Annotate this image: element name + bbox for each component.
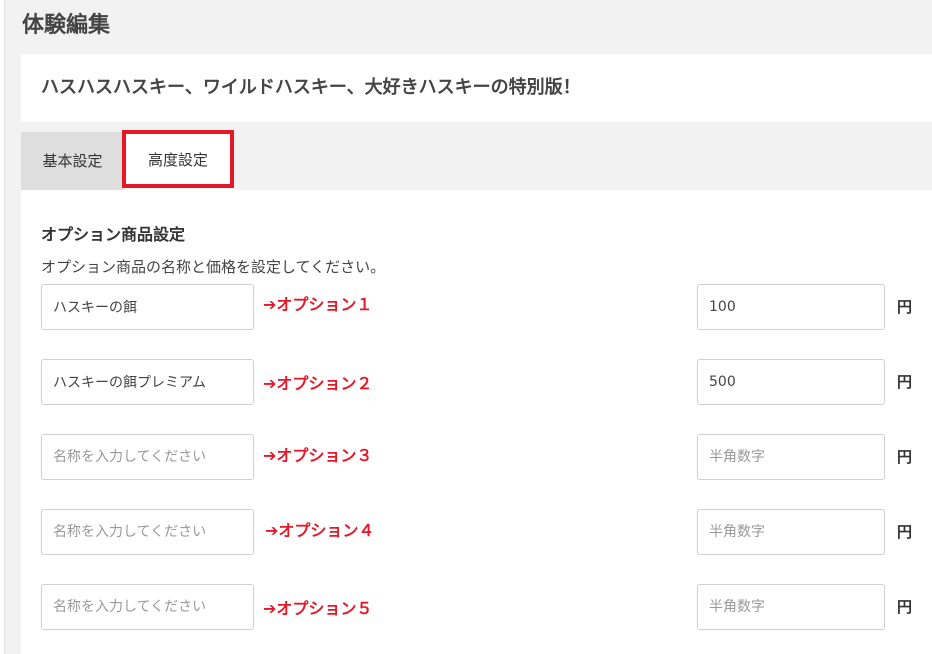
option-row-3: ➔オプション３ 円 [21,434,932,482]
experience-title: ハスハスハスキー、ワイルドハスキー、大好きハスキーの特別版！ [41,77,581,98]
advanced-settings-panel: オプション商品設定 オプション商品の名称と価格を設定してください。 ➔オプション… [21,190,932,654]
option-annotation-3: ➔オプション３ [263,446,373,465]
option-unit-label-1: 円 [897,298,913,316]
option-name-input-5[interactable] [41,584,254,630]
tab-advanced-settings[interactable]: 高度設定 [124,132,232,190]
option-row-2: ➔オプション２ 円 [21,359,932,407]
option-row-1: ➔オプション１ 円 [21,284,932,332]
option-annotation-5: ➔オプション５ [263,599,373,618]
option-annotation-1: ➔オプション１ [263,295,373,314]
option-unit-label-2: 円 [897,373,913,391]
section-title: オプション商品設定 [41,225,186,244]
option-price-input-1[interactable] [697,284,885,330]
option-price-input-2[interactable] [697,359,885,405]
option-name-input-4[interactable] [41,509,254,555]
page-title: 体験編集 [22,13,111,38]
option-name-input-2[interactable] [41,359,254,405]
tab-basic-settings[interactable]: 基本設定 [21,132,124,190]
option-annotation-2: ➔オプション２ [263,374,373,393]
tab-bar: 基本設定 高度設定 [21,130,932,190]
left-edge-divider [0,0,5,654]
option-price-input-4[interactable] [697,509,885,555]
option-unit-label-3: 円 [897,448,913,466]
option-name-input-1[interactable] [41,284,254,330]
option-price-input-3[interactable] [697,434,885,480]
option-row-5: ➔オプション５ 円 [21,584,932,632]
option-name-input-3[interactable] [41,434,254,480]
experience-title-card: ハスハスハスキー、ワイルドハスキー、大好きハスキーの特別版！ [21,54,932,122]
option-unit-label-4: 円 [897,523,913,541]
option-row-4: ➔オプション４ 円 [21,509,932,557]
option-price-input-5[interactable] [697,584,885,630]
option-annotation-4: ➔オプション４ [265,521,375,540]
section-description: オプション商品の名称と価格を設定してください。 [41,258,386,276]
option-unit-label-5: 円 [897,598,913,616]
